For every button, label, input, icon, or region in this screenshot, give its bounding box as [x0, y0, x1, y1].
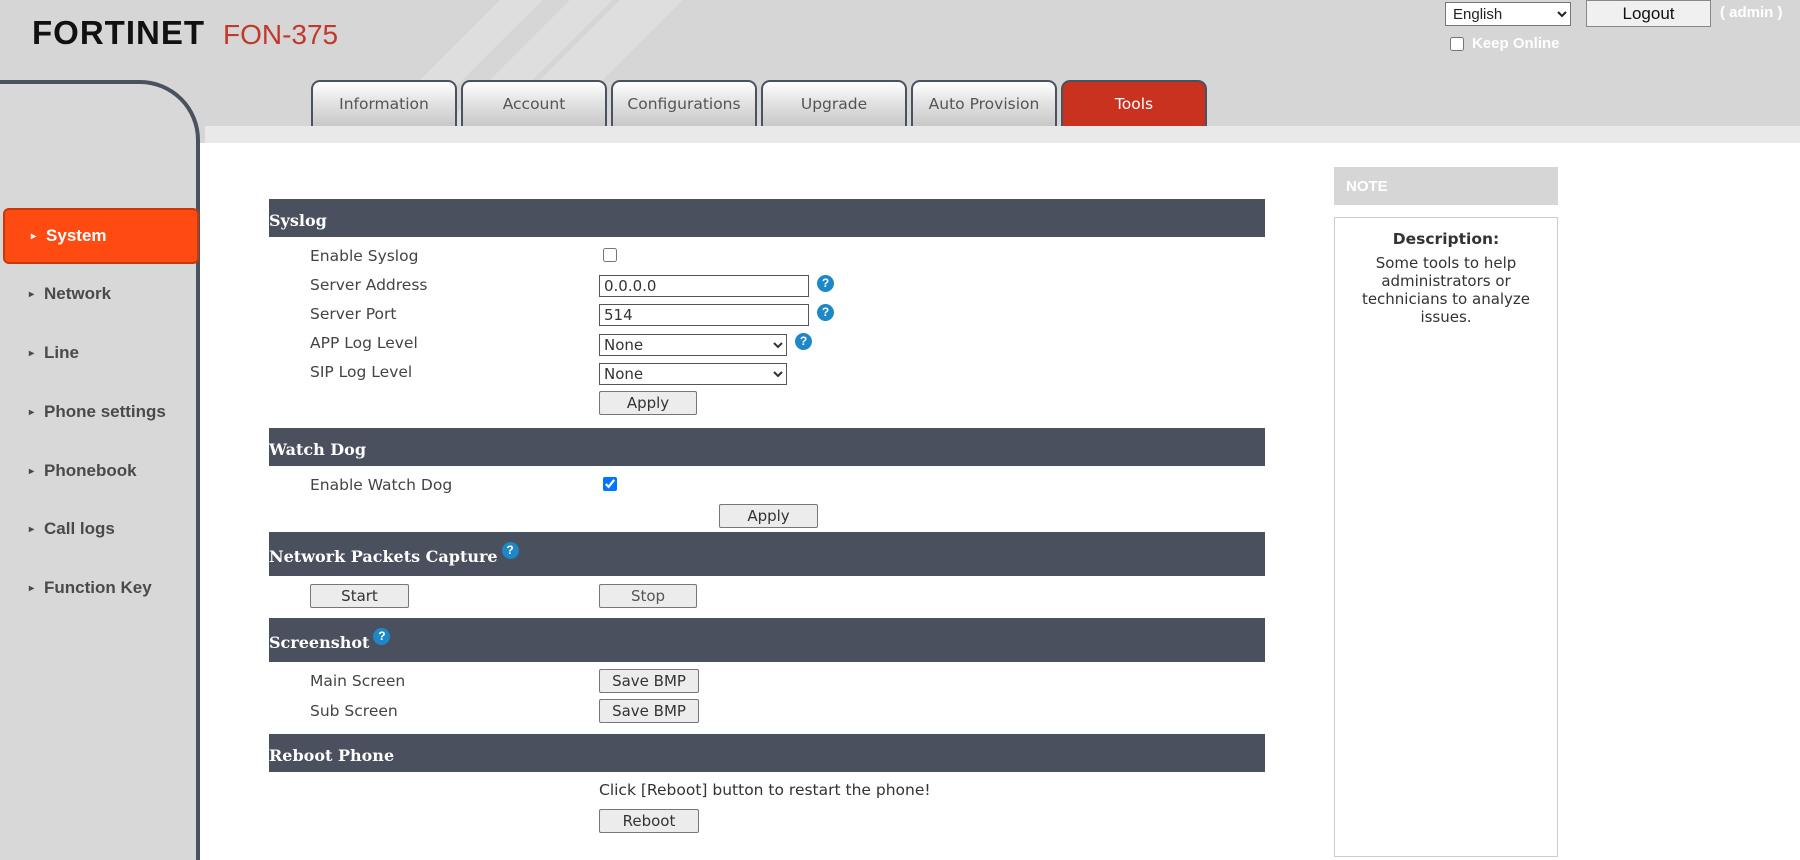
section-watch-dog: Watch Dog: [269, 428, 1265, 466]
section-reboot-phone: Reboot Phone: [269, 734, 1265, 772]
server-address-input[interactable]: [599, 275, 809, 297]
caret-right-icon: ▸: [29, 523, 35, 535]
section-title: Watch Dog: [269, 439, 367, 459]
sidebar-item-label: Call logs: [44, 519, 115, 538]
note-description-title: Description:: [1392, 230, 1500, 248]
sidebar-item-label: System: [46, 226, 107, 245]
sidebar-item-label: Phonebook: [44, 461, 137, 480]
language-select[interactable]: English: [1445, 2, 1571, 26]
user-label: ( admin ): [1720, 4, 1783, 21]
section-network-packets-capture: Network Packets Capture ?: [269, 532, 1265, 576]
sip-log-level-label: SIP Log Level: [310, 363, 413, 381]
caret-right-icon: ▸: [29, 288, 35, 300]
main-screen-label: Main Screen: [310, 672, 406, 690]
app-log-level-select[interactable]: None: [599, 334, 787, 356]
sub-screen-save-bmp-button[interactable]: Save BMP: [599, 699, 699, 723]
question-circle-icon[interactable]: ?: [817, 275, 834, 292]
sidebar-item-phonebook[interactable]: ▸ Phonebook: [3, 443, 199, 499]
enable-watch-dog-label: Enable Watch Dog: [310, 476, 453, 494]
tab-configurations[interactable]: Configurations: [611, 80, 757, 126]
section-title: Network Packets Capture: [269, 546, 498, 566]
caret-right-icon: ▸: [31, 230, 37, 242]
sidebar-item-call-logs[interactable]: ▸ Call logs: [3, 501, 199, 557]
caret-right-icon: ▸: [29, 582, 35, 594]
question-circle-icon[interactable]: ?: [373, 627, 391, 645]
capture-start-button[interactable]: Start: [310, 584, 409, 608]
caret-right-icon: ▸: [29, 406, 35, 418]
sidebar-item-label: Function Key: [44, 578, 152, 597]
app-log-level-label: APP Log Level: [310, 334, 418, 352]
sidebar-item-label: Phone settings: [44, 402, 166, 421]
watch-dog-apply-button[interactable]: Apply: [719, 504, 818, 528]
tab-account[interactable]: Account: [461, 80, 607, 126]
enable-watch-dog-checkbox[interactable]: [603, 477, 617, 491]
sidebar-item-label: Network: [44, 284, 112, 303]
caret-right-icon: ▸: [29, 347, 35, 359]
sidebar-item-label: Line: [44, 343, 79, 362]
note-panel: Description: Some tools to help administ…: [1334, 217, 1558, 857]
question-circle-icon[interactable]: ?: [501, 541, 519, 559]
sip-log-level-select[interactable]: None: [599, 363, 787, 385]
section-syslog: Syslog: [269, 199, 1265, 237]
reboot-hint-text: Click [Reboot] button to restart the pho…: [599, 781, 931, 799]
sidebar-item-line[interactable]: ▸ Line: [3, 325, 199, 381]
section-title: Syslog: [269, 210, 327, 230]
keep-online-label: Keep Online: [1472, 35, 1560, 52]
tab-upgrade[interactable]: Upgrade: [761, 80, 907, 126]
question-circle-icon[interactable]: ?: [817, 304, 834, 321]
capture-stop-button[interactable]: Stop: [599, 584, 697, 608]
section-screenshot: Screenshot ?: [269, 618, 1265, 662]
keep-online-toggle[interactable]: Keep Online: [1450, 35, 1560, 52]
question-circle-icon[interactable]: ?: [795, 333, 812, 350]
brand-logo-group: FORTINET FON-375: [32, 14, 338, 52]
reboot-button[interactable]: Reboot: [599, 809, 699, 833]
server-port-input[interactable]: [599, 304, 809, 326]
main-content: Syslog Enable Syslog Server Address ? Se…: [205, 143, 1800, 857]
sidebar-item-function-key[interactable]: ▸ Function Key: [3, 560, 199, 616]
tab-auto-provision[interactable]: Auto Provision: [911, 80, 1057, 126]
sub-tab-bar: [205, 126, 1800, 143]
main-tabs: Information Account Configurations Upgra…: [311, 80, 1211, 126]
model-name: FON-375: [222, 19, 339, 50]
tab-tools[interactable]: Tools: [1061, 80, 1207, 126]
logout-button[interactable]: Logout: [1586, 0, 1711, 27]
enable-syslog-checkbox[interactable]: [603, 248, 617, 262]
sidebar-item-system[interactable]: ▸ System: [3, 208, 199, 264]
header: FORTINET FON-375 English Logout ( admin …: [0, 0, 1800, 143]
note-description-text: Some tools to help administrators or tec…: [1361, 254, 1531, 326]
server-port-label: Server Port: [310, 305, 397, 323]
tab-information[interactable]: Information: [311, 80, 457, 126]
section-title: Screenshot: [269, 632, 370, 652]
enable-syslog-label: Enable Syslog: [310, 247, 419, 265]
section-title: Reboot Phone: [269, 745, 395, 765]
syslog-apply-button[interactable]: Apply: [599, 391, 697, 415]
sidebar-item-phone-settings[interactable]: ▸ Phone settings: [3, 384, 199, 440]
main-screen-save-bmp-button[interactable]: Save BMP: [599, 669, 699, 693]
note-header: NOTE: [1334, 167, 1558, 205]
sidebar: ▸ System ▸ Network ▸ Line ▸ Phone settin…: [0, 80, 200, 860]
keep-online-checkbox[interactable]: [1450, 36, 1464, 51]
sidebar-item-network[interactable]: ▸ Network: [3, 266, 199, 322]
caret-right-icon: ▸: [29, 465, 35, 477]
sub-screen-label: Sub Screen: [310, 702, 398, 720]
server-address-label: Server Address: [310, 276, 428, 294]
fortinet-logo: FORTINET: [32, 14, 205, 51]
